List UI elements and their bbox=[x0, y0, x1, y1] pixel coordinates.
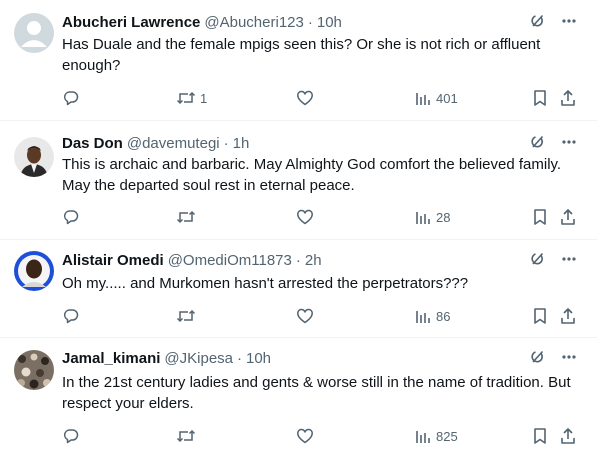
bookmark-button[interactable] bbox=[532, 306, 548, 326]
avatar[interactable] bbox=[14, 13, 54, 53]
action-bar: 825 bbox=[62, 426, 577, 446]
timestamp[interactable]: 2h bbox=[305, 252, 322, 269]
reply-icon bbox=[63, 309, 79, 324]
avatar[interactable] bbox=[14, 350, 54, 390]
more-options-icon[interactable] bbox=[561, 134, 577, 150]
retweet-button[interactable] bbox=[176, 426, 200, 446]
views-count: 401 bbox=[436, 90, 458, 106]
share-icon bbox=[561, 308, 575, 324]
reply-feed: Abucheri Lawrence @Abucheri123 · 10h Has… bbox=[0, 0, 597, 457]
author-name[interactable]: Alistair Omedi bbox=[62, 252, 164, 269]
author-name[interactable]: Jamal_kimani bbox=[62, 350, 160, 367]
bookmark-icon bbox=[534, 209, 546, 225]
tweet[interactable]: Abucheri Lawrence @Abucheri123 · 10h Has… bbox=[0, 0, 597, 121]
like-button[interactable] bbox=[296, 306, 318, 326]
author-name[interactable]: Abucheri Lawrence bbox=[62, 14, 200, 31]
action-bar: 28 bbox=[62, 207, 577, 227]
views-icon bbox=[416, 311, 430, 323]
tweet-text: Oh my..... and Murkomen hasn't arrested … bbox=[62, 275, 469, 292]
grok-icon[interactable] bbox=[529, 133, 547, 151]
action-bar: 1 401 bbox=[62, 88, 577, 108]
retweet-icon bbox=[176, 429, 196, 443]
heart-icon bbox=[297, 308, 313, 324]
retweet-count: 1 bbox=[200, 90, 208, 106]
action-bar: 86 bbox=[62, 306, 577, 326]
author-handle[interactable]: @JKipesa bbox=[164, 350, 233, 367]
bookmark-icon bbox=[534, 90, 546, 106]
grok-icon[interactable] bbox=[529, 12, 547, 30]
tweet-header: Abucheri Lawrence @Abucheri123 · 10h bbox=[62, 12, 577, 32]
bookmark-button[interactable] bbox=[532, 207, 548, 227]
bookmark-button[interactable] bbox=[532, 426, 548, 446]
tweet-text: Has Duale and the female mpigs seen this… bbox=[62, 36, 541, 74]
share-icon bbox=[561, 90, 575, 106]
like-button[interactable] bbox=[296, 207, 318, 227]
retweet-icon bbox=[176, 210, 196, 224]
reply-icon bbox=[63, 91, 79, 106]
tweet[interactable]: Das Don @davemutegi · 1h This is archaic… bbox=[0, 121, 597, 240]
like-button[interactable] bbox=[296, 88, 318, 108]
tweet[interactable]: Jamal_kimani @JKipesa · 10h In the 21st … bbox=[0, 338, 597, 457]
author-name[interactable]: Das Don bbox=[62, 135, 123, 152]
reply-button[interactable] bbox=[62, 88, 84, 108]
reply-icon bbox=[63, 210, 79, 225]
reply-button[interactable] bbox=[62, 306, 84, 326]
tweet-header: Das Don @davemutegi · 1h bbox=[62, 133, 577, 153]
timestamp[interactable]: 1h bbox=[233, 135, 250, 152]
more-options-icon[interactable] bbox=[561, 349, 577, 365]
views-button[interactable]: 86 bbox=[414, 306, 450, 326]
reply-button[interactable] bbox=[62, 426, 84, 446]
author-handle[interactable]: @Abucheri123 bbox=[204, 14, 303, 31]
tweet-text: In the 21st century ladies and gents & w… bbox=[62, 374, 571, 412]
heart-icon bbox=[297, 428, 313, 444]
like-button[interactable] bbox=[296, 426, 318, 446]
heart-icon bbox=[297, 90, 313, 106]
bookmark-icon bbox=[534, 308, 546, 324]
timestamp[interactable]: 10h bbox=[246, 350, 271, 367]
tweet-text: This is archaic and barbaric. May Almigh… bbox=[62, 156, 562, 194]
author-handle[interactable]: @OmediOm11873 bbox=[168, 252, 292, 269]
views-icon bbox=[416, 212, 430, 224]
reply-icon bbox=[63, 429, 79, 444]
views-button[interactable]: 28 bbox=[414, 207, 450, 227]
views-count: 825 bbox=[436, 428, 458, 444]
avatar[interactable] bbox=[14, 251, 54, 291]
avatar[interactable] bbox=[14, 137, 54, 177]
separator-dot: · bbox=[223, 134, 229, 152]
separator-dot: · bbox=[237, 349, 242, 367]
views-count: 86 bbox=[436, 308, 451, 324]
tweet-header: Jamal_kimani @JKipesa · 10h bbox=[62, 348, 577, 368]
retweet-icon bbox=[176, 91, 196, 105]
reply-button[interactable] bbox=[62, 207, 84, 227]
views-button[interactable]: 401 bbox=[414, 88, 458, 108]
views-count: 28 bbox=[436, 209, 451, 225]
share-button[interactable] bbox=[559, 207, 577, 227]
grok-icon[interactable] bbox=[529, 250, 547, 268]
more-options-icon[interactable] bbox=[561, 13, 577, 29]
timestamp[interactable]: 10h bbox=[317, 14, 342, 31]
share-button[interactable] bbox=[559, 88, 577, 108]
bookmark-button[interactable] bbox=[532, 88, 548, 108]
separator-dot: · bbox=[295, 251, 301, 269]
share-icon bbox=[561, 209, 575, 225]
share-button[interactable] bbox=[559, 306, 577, 326]
share-button[interactable] bbox=[559, 426, 577, 446]
views-icon bbox=[416, 93, 430, 105]
more-options-icon[interactable] bbox=[561, 251, 577, 267]
author-handle[interactable]: @davemutegi bbox=[127, 135, 220, 152]
bookmark-icon bbox=[534, 428, 546, 444]
retweet-button[interactable] bbox=[176, 207, 200, 227]
retweet-button[interactable] bbox=[176, 306, 200, 326]
tweet[interactable]: Alistair Omedi @OmediOm11873 · 2h Oh my.… bbox=[0, 240, 597, 338]
tweet-header: Alistair Omedi @OmediOm11873 · 2h bbox=[62, 250, 577, 270]
separator-dot: · bbox=[307, 13, 313, 31]
views-icon bbox=[416, 431, 430, 443]
share-icon bbox=[561, 428, 575, 444]
heart-icon bbox=[297, 209, 313, 225]
views-button[interactable]: 825 bbox=[414, 426, 458, 446]
grok-icon[interactable] bbox=[529, 348, 547, 366]
retweet-button[interactable]: 1 bbox=[176, 88, 207, 108]
retweet-icon bbox=[176, 309, 196, 323]
